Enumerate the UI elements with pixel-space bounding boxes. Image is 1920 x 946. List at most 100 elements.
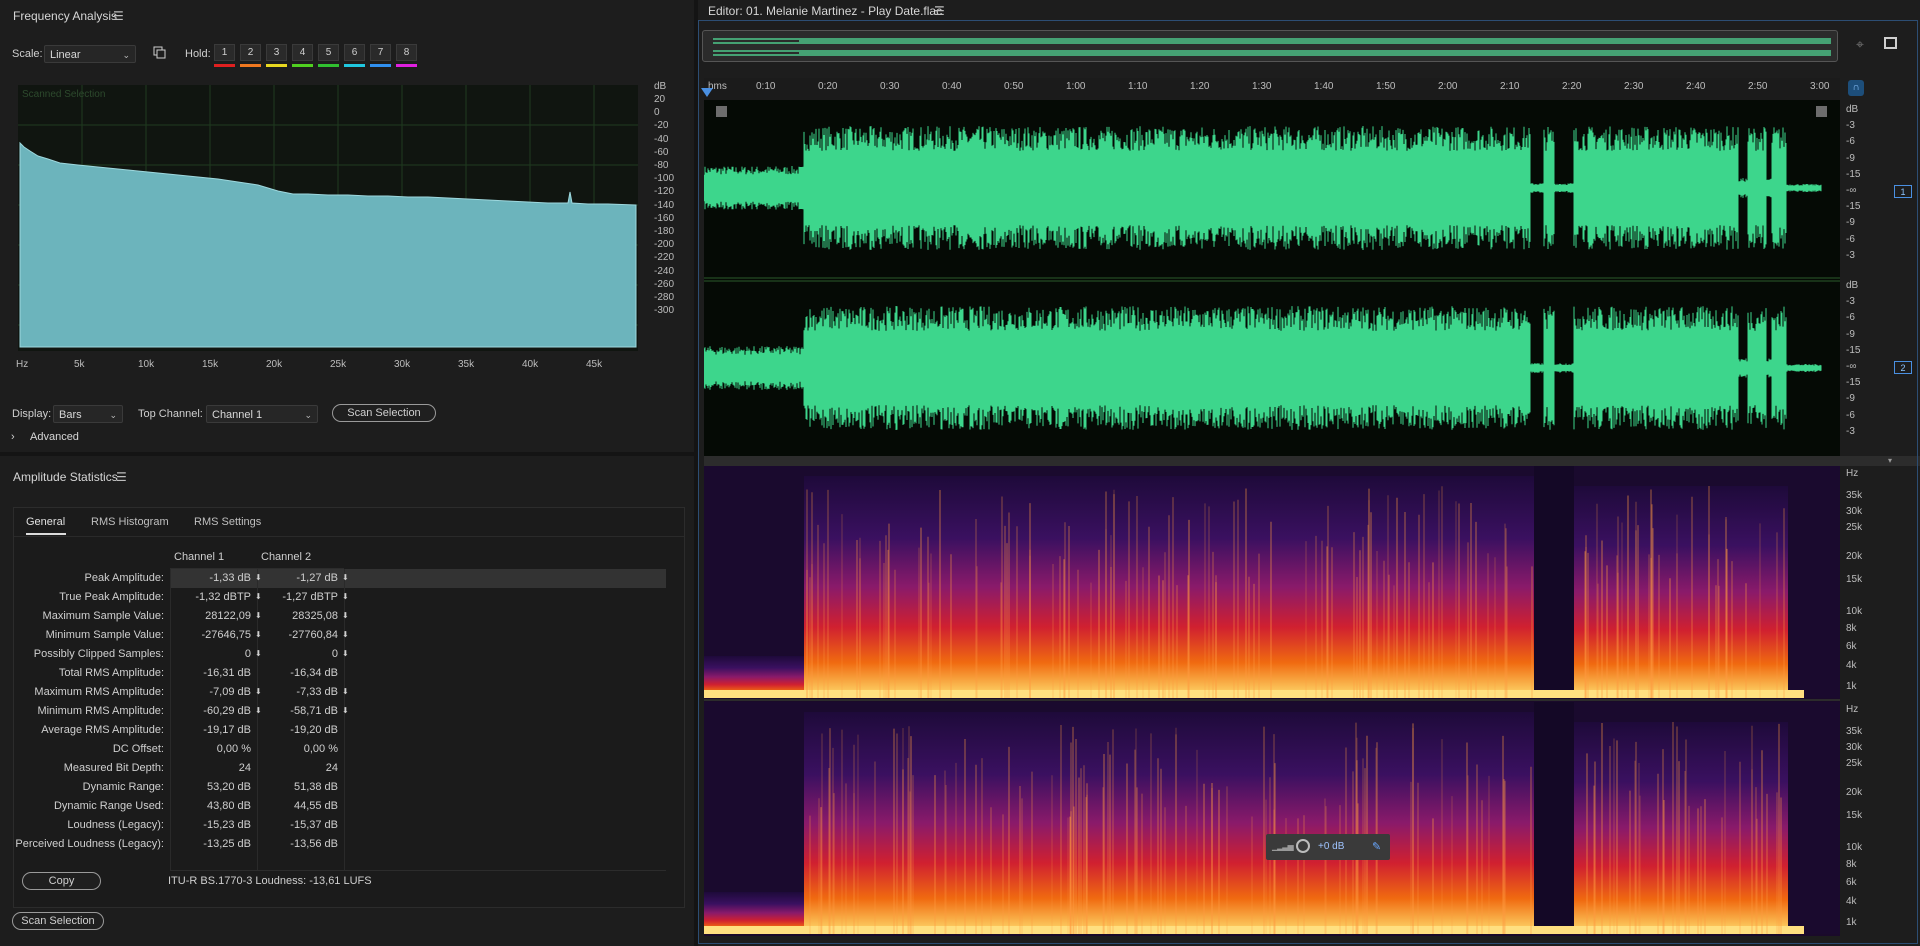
playhead-marker-icon[interactable] [701, 88, 713, 97]
hz-scale-label: 10k [1846, 841, 1863, 853]
hold-button-7[interactable]: 7 [370, 44, 391, 61]
volume-hud[interactable]: ▁▂▃▅ +0 dB ✎ [1266, 834, 1390, 860]
goto-marker-icon[interactable]: ⬇ [342, 650, 349, 658]
hold-button-8[interactable]: 8 [396, 44, 417, 61]
goto-marker-icon[interactable]: ⬇ [342, 631, 349, 639]
goto-marker-icon[interactable]: ⬇ [342, 593, 349, 601]
goto-marker-icon[interactable]: ⬇ [255, 631, 262, 639]
goto-marker-icon[interactable]: ⬇ [342, 612, 349, 620]
freq-scan-selection-button[interactable]: Scan Selection [332, 404, 436, 422]
spectral-view[interactable] [704, 466, 1840, 936]
column-header-channel-2: Channel 2 [261, 551, 312, 563]
db-tick-label: -140 [654, 199, 675, 211]
stat-value-channel-1: -13,25 dB [203, 838, 251, 850]
hold-button-4[interactable]: 4 [292, 44, 313, 61]
top-channel-select[interactable]: Channel 1 ⌄ [206, 405, 318, 423]
hz-tick-label: 45k [586, 359, 603, 370]
advanced-chevron-icon[interactable]: › [11, 431, 15, 443]
snap-to-playhead-icon[interactable]: ∩ [1848, 80, 1864, 96]
goto-marker-icon[interactable]: ⬇ [255, 593, 262, 601]
stat-label: Minimum Sample Value: [45, 629, 164, 641]
amp-scan-selection-button[interactable]: Scan Selection [12, 912, 104, 930]
time-tick-label: 1:30 [1252, 81, 1272, 92]
spectral-divider-handle[interactable] [704, 456, 1920, 466]
editor-menu-icon[interactable]: ☰ [934, 4, 945, 18]
hz-scale-label: 30k [1846, 506, 1863, 518]
view-toggle-icon[interactable] [1884, 37, 1897, 49]
hold-color-bar [214, 64, 235, 67]
stat-value-channel-2: -27760,84 [288, 629, 338, 641]
overlay-copy-icon[interactable] [153, 46, 166, 59]
db-scale-label: -15 [1846, 377, 1861, 389]
zoom-crosshair-icon[interactable]: ⌖ [1856, 36, 1864, 53]
spectrogram-gap [1534, 702, 1574, 934]
spectrum-plot: Scanned Selection [18, 85, 638, 351]
waveform-view[interactable] [704, 100, 1840, 456]
spectrum-overlay-label: Scanned Selection [22, 89, 106, 100]
goto-marker-icon[interactable]: ⬇ [342, 688, 349, 696]
channel-badge-1[interactable]: 1 [1894, 185, 1912, 198]
amplitude-panel-menu-icon[interactable]: ☰ [116, 470, 127, 484]
db-tick-label: -20 [654, 120, 669, 132]
goto-marker-icon[interactable]: ⬇ [255, 574, 262, 582]
db-tick-label: 20 [654, 94, 666, 105]
frequency-panel-menu-icon[interactable]: ☰ [113, 9, 124, 23]
stats-row: Maximum Sample Value: 28122,09 28325,08 ⬇ ⬇ [14, 607, 666, 626]
hz-scale-label: 20k [1846, 787, 1863, 799]
hold-color-bar [396, 64, 417, 67]
hz-scale-label: 6k [1846, 640, 1857, 652]
stats-row: True Peak Amplitude: -1,32 dBTP -1,27 dBTP… [14, 588, 666, 607]
time-tick-label: 0:30 [880, 81, 900, 92]
db-scale-label: -3 [1846, 120, 1855, 132]
goto-marker-icon[interactable]: ⬇ [255, 612, 262, 620]
stat-value-channel-2: -15,37 dB [290, 819, 338, 831]
display-select[interactable]: Bars ⌄ [53, 405, 123, 423]
tab-rms-settings[interactable]: RMS Settings [194, 516, 261, 528]
time-tick-label: 2:40 [1686, 81, 1706, 92]
hud-volume-knob-icon[interactable] [1296, 839, 1310, 853]
stat-label: Maximum RMS Amplitude: [34, 686, 164, 698]
goto-marker-icon[interactable]: ⬇ [255, 650, 262, 658]
hud-pin-icon[interactable]: ✎ [1372, 840, 1381, 853]
hz-scale-label: Hz [1846, 704, 1859, 715]
tab-rms-histogram[interactable]: RMS Histogram [91, 516, 169, 528]
db-unit-label: dB [654, 81, 667, 92]
hold-color-bar [266, 64, 287, 67]
stat-value-channel-2: -7,33 dB [296, 686, 338, 698]
advanced-label[interactable]: Advanced [30, 431, 79, 443]
time-ruler[interactable] [704, 78, 1840, 100]
goto-marker-icon[interactable]: ⬇ [255, 707, 262, 715]
stat-value-channel-1: -1,33 dB [209, 572, 251, 584]
editor-panel: Editor: 01. Melanie Martinez - Play Date… [698, 0, 1920, 946]
goto-marker-icon[interactable]: ⬇ [342, 574, 349, 582]
chevron-down-icon: ⌄ [122, 50, 130, 60]
spectrogram-svg [704, 466, 1840, 934]
hold-color-bar [318, 64, 339, 67]
waveform-corner-left-icon[interactable] [716, 106, 727, 117]
hz-scale-label: 30k [1846, 742, 1863, 754]
stat-value-channel-1: 24 [238, 762, 251, 774]
channel-badge-2[interactable]: 2 [1894, 361, 1912, 374]
hold-button-3[interactable]: 3 [266, 44, 287, 61]
tab-general[interactable]: General [26, 516, 65, 528]
hold-button-1[interactable]: 1 [214, 44, 235, 61]
stat-label: Loudness (Legacy): [67, 819, 164, 831]
hz-scale-label: 1k [1846, 916, 1857, 928]
hz-scale-label: 25k [1846, 522, 1863, 534]
hold-button-5[interactable]: 5 [318, 44, 339, 61]
hz-scale-label: 35k [1846, 726, 1863, 738]
waveform-corner-right-icon[interactable] [1816, 106, 1827, 117]
goto-marker-icon[interactable]: ⬇ [342, 707, 349, 715]
copy-button[interactable]: Copy [22, 872, 101, 890]
db-tick-label: -260 [654, 278, 675, 290]
db-tick-label: -80 [654, 160, 669, 171]
stats-box: General RMS Histogram RMS Settings Chann… [13, 507, 685, 908]
hold-button-2[interactable]: 2 [240, 44, 261, 61]
goto-marker-icon[interactable]: ⬇ [255, 688, 262, 696]
overview-bar[interactable] [702, 30, 1838, 62]
stats-row: Perceived Loudness (Legacy): -13,25 dB -13… [14, 835, 666, 854]
hold-button-6[interactable]: 6 [344, 44, 365, 61]
scale-select[interactable]: Linear ⌄ [44, 45, 136, 63]
hz-scale-label: Hz [1846, 468, 1859, 479]
spectral-divider-chevron-icon[interactable]: ▾ [1888, 456, 1892, 465]
